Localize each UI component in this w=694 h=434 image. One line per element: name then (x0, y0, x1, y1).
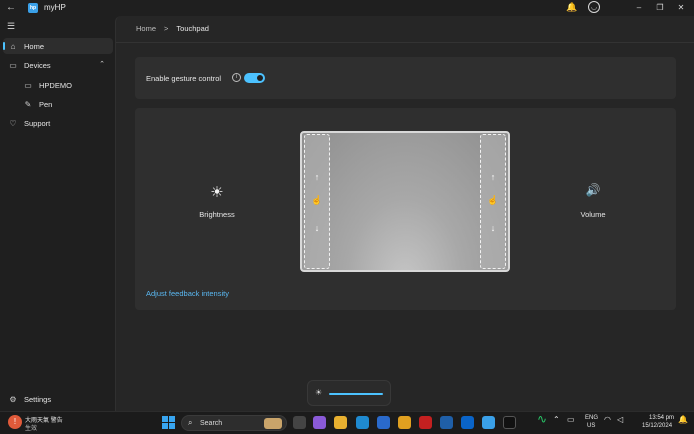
volume-block: 🔊 Volume (553, 183, 633, 219)
search-icon: ⌕ (188, 418, 193, 427)
volume-label: Volume (580, 210, 606, 219)
sidebar-item-support[interactable]: ♡ Support (3, 115, 113, 131)
speaker-icon: 🔊 (585, 183, 601, 197)
taskbar-search[interactable]: ⌕ Search (181, 415, 287, 431)
gesture-control-card: Enable gesture control i (135, 57, 676, 99)
close-button[interactable]: ✕ (675, 2, 687, 14)
breadcrumb-separator: > (164, 24, 169, 33)
brightness-slider[interactable] (329, 393, 383, 395)
app-icon[interactable] (398, 416, 411, 429)
breadcrumb: Home > Touchpad (136, 24, 209, 33)
arrow-down-icon: ↓ (490, 223, 496, 233)
outlook-icon[interactable] (461, 416, 474, 429)
bell-icon[interactable]: 🔔 (566, 2, 578, 14)
media-app-icon[interactable] (503, 416, 516, 429)
search-highlight-image (264, 418, 282, 429)
brightness-block: ☀ Brightness (177, 183, 257, 219)
title-bar: ← hp myHP 🔔 ◡ – ❐ ✕ (0, 0, 694, 16)
touchpad-illustration: ↑ ☝ ↓ ↑ ☝ ↓ (300, 131, 510, 272)
arrow-up-icon: ↑ (314, 172, 320, 182)
brightness-popup: ☀ (307, 380, 391, 406)
sidebar-item-label: HPDEMO (39, 80, 72, 90)
adjust-feedback-link[interactable]: Adjust feedback intensity (146, 289, 229, 298)
arrow-up-icon: ↑ (490, 172, 496, 182)
home-icon: ⌂ (10, 41, 16, 51)
finger-touch-icon: ☝ (311, 195, 323, 205)
battery-icon[interactable]: ▭ (567, 415, 575, 424)
search-label: Search (200, 420, 223, 427)
maximize-button[interactable]: ❐ (654, 2, 666, 14)
sun-icon: ☀ (315, 388, 323, 397)
copilot-icon[interactable] (313, 416, 326, 429)
breadcrumb-home[interactable]: Home (136, 24, 156, 33)
wifi-icon[interactable]: ◠ (604, 415, 611, 424)
laptop-icon: ▭ (24, 80, 32, 90)
brightness-label: Brightness (199, 210, 235, 219)
mcafee-icon[interactable] (419, 416, 432, 429)
minimize-button[interactable]: – (633, 2, 645, 14)
app-icon[interactable] (440, 416, 453, 429)
gear-icon: ⚙ (9, 394, 17, 404)
finger-touch-icon: ☝ (487, 195, 499, 205)
clock-time[interactable]: 13:54 pm (649, 415, 674, 421)
sidebar-item-label: Support (24, 118, 51, 128)
sidebar-item-settings[interactable]: ⚙ Settings (3, 391, 113, 407)
windows-start-icon[interactable] (162, 416, 175, 429)
myhp-taskbar-icon[interactable] (482, 416, 495, 429)
weather-warning-icon[interactable]: ! (8, 415, 22, 429)
sidebar-item-home[interactable]: ⌂ Home (3, 38, 113, 54)
header-divider (116, 42, 694, 43)
info-icon[interactable]: i (232, 73, 241, 82)
network-share-icon[interactable]: ∿ (537, 412, 547, 426)
breadcrumb-current: Touchpad (176, 24, 209, 33)
volume-icon[interactable]: ◁ (617, 415, 623, 424)
myhp-window: ← hp myHP 🔔 ◡ – ❐ ✕ ☰ ⌂ Home ▭ Devices ⌃… (0, 0, 694, 411)
chevron-up-icon[interactable]: ⌃ (553, 415, 560, 424)
hamburger-menu-icon[interactable]: ☰ (7, 21, 15, 32)
gesture-control-toggle[interactable] (244, 73, 265, 83)
right-gesture-zone: ↑ ☝ ↓ (480, 134, 506, 269)
sidebar-item-hpdemo[interactable]: ▭ HPDEMO (3, 77, 113, 93)
weather-subtext[interactable]: 生效 (25, 423, 37, 432)
devices-icon: ▭ (9, 60, 17, 70)
main-content: Home > Touchpad Enable gesture control i… (115, 16, 694, 411)
hp-logo-icon: hp (28, 3, 38, 13)
pen-icon: ✎ (24, 99, 32, 109)
arrow-down-icon: ↓ (314, 223, 320, 233)
user-account-icon[interactable]: ◡ (588, 1, 600, 13)
sidebar-item-label: Home (24, 41, 45, 51)
app-title: myHP (44, 3, 66, 12)
sidebar: ☰ ⌂ Home ▭ Devices ⌃ ▭ HPDEMO ✎ Pen ♡ Su… (0, 16, 115, 411)
taskbar: ! 大雨天氣 警告 生效 ⌕ Search ∿ ⌃ ▭ ENG US ◠ ◁ 1… (0, 411, 694, 434)
sidebar-item-devices[interactable]: ▭ Devices ⌃ (3, 57, 113, 73)
sidebar-item-label: Settings (24, 394, 52, 404)
region-indicator[interactable]: US (587, 423, 595, 429)
file-explorer-icon[interactable] (334, 416, 347, 429)
store-icon[interactable] (377, 416, 390, 429)
chevron-up-icon[interactable]: ⌃ (99, 60, 105, 68)
gesture-control-label: Enable gesture control (146, 74, 222, 83)
back-arrow-icon[interactable]: ← (6, 2, 18, 14)
task-view-icon[interactable] (293, 416, 306, 429)
left-gesture-zone: ↑ ☝ ↓ (304, 134, 330, 269)
sidebar-item-label: Pen (39, 99, 53, 109)
support-icon: ♡ (9, 118, 17, 128)
language-indicator[interactable]: ENG (585, 415, 598, 421)
sidebar-item-pen[interactable]: ✎ Pen (3, 96, 113, 112)
notification-bell-icon[interactable]: 🔔 (678, 415, 688, 424)
edge-browser-icon[interactable] (356, 416, 369, 429)
touchpad-gesture-card: ☀ Brightness ↑ ☝ ↓ ↑ ☝ ↓ 🔊 Volume Adjust… (135, 108, 676, 310)
sun-icon: ☀ (210, 184, 224, 201)
sidebar-item-label: Devices (24, 60, 51, 70)
clock-date[interactable]: 15/12/2024 (642, 423, 672, 429)
